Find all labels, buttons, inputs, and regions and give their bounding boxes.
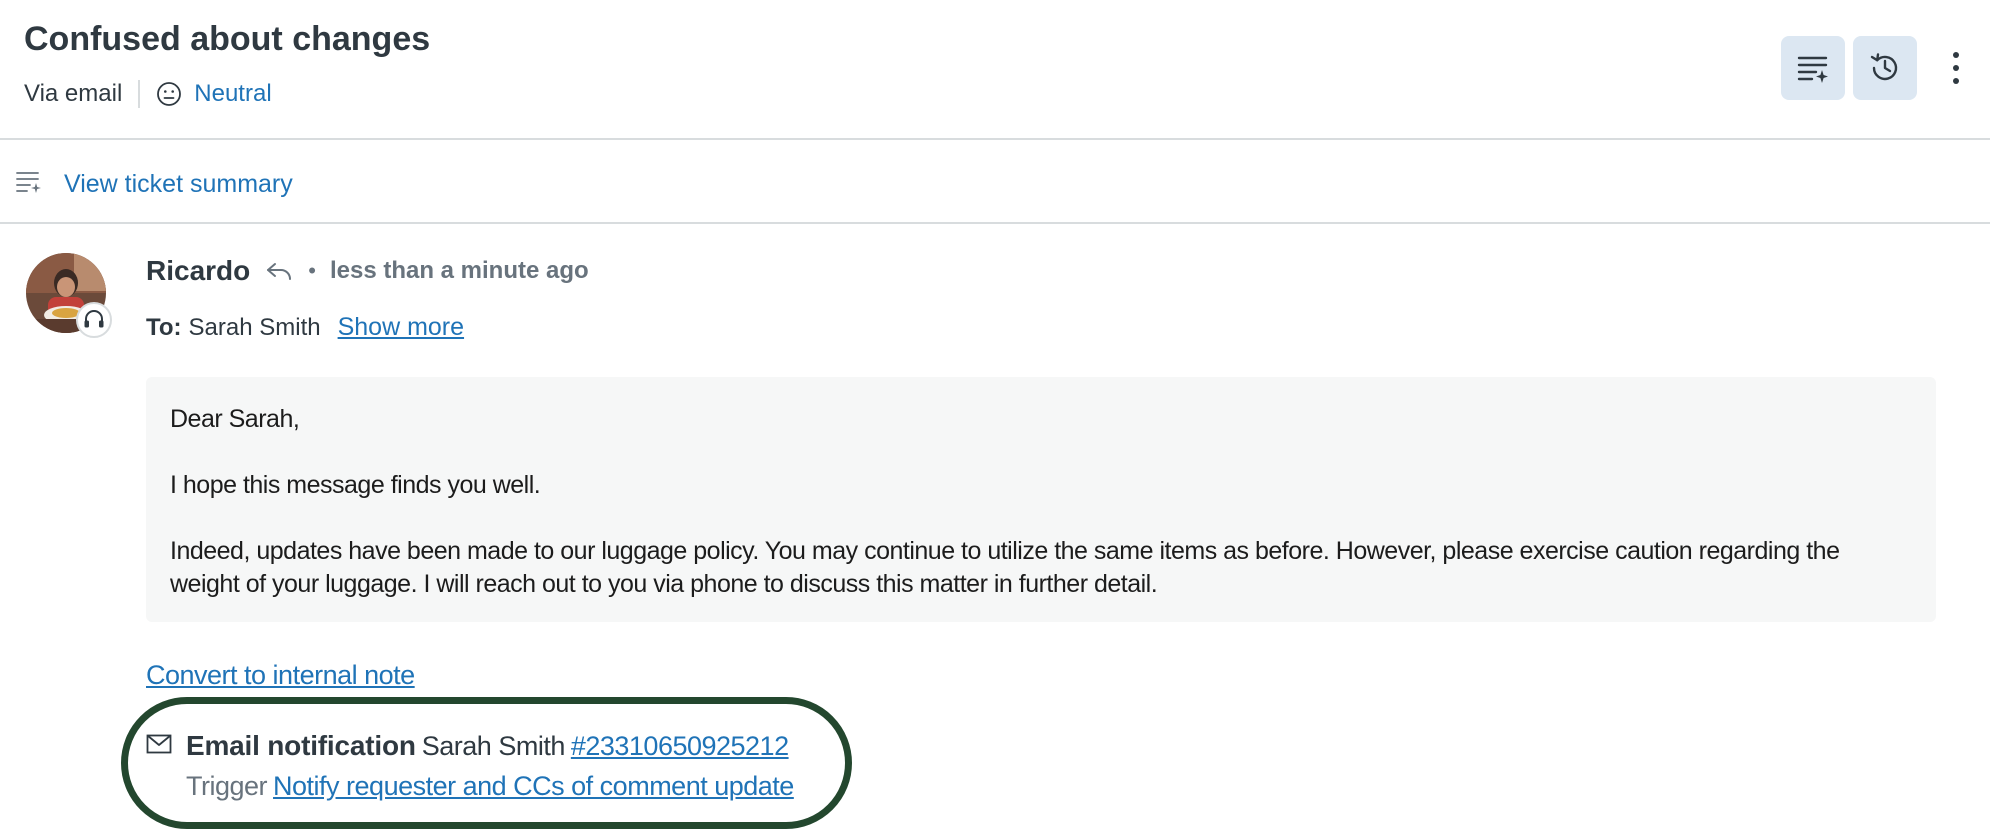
recipient-name: Sarah Smith — [188, 314, 321, 341]
trigger-line: Trigger Notify requester and CCs of comm… — [186, 771, 794, 802]
more-options-button[interactable] — [1940, 44, 1972, 92]
view-ticket-summary-link[interactable]: View ticket summary — [64, 170, 293, 199]
trigger-label: Trigger — [186, 771, 268, 801]
convert-to-internal-note-link[interactable]: Convert to internal note — [146, 660, 415, 691]
to-label: To: — [146, 314, 182, 341]
agent-headset-badge — [76, 302, 112, 338]
notification-title: Email notification — [186, 730, 416, 761]
notification-recipient: Sarah Smith — [421, 731, 566, 761]
sentiment-label[interactable]: Neutral — [194, 80, 271, 108]
email-notification-event: Email notification Sarah Smith #23310650… — [186, 730, 789, 762]
separator-dot: • — [308, 258, 316, 283]
summary-lines-icon — [16, 172, 41, 193]
message-body: Dear Sarah, I hope this message finds yo… — [146, 377, 1936, 622]
highlight-ring — [121, 697, 852, 829]
ticket-summary-button[interactable] — [1781, 36, 1845, 100]
history-icon — [1870, 53, 1898, 81]
ticket-summary-icon — [1797, 56, 1828, 83]
author-name[interactable]: Ricardo — [146, 255, 250, 287]
show-more-link[interactable]: Show more — [338, 313, 464, 342]
message-header: Ricardo • less than a minute ago — [146, 255, 589, 287]
notification-ticket-link[interactable]: #23310650925212 — [571, 731, 789, 762]
envelope-icon — [146, 734, 172, 754]
ticket-title: Confused about changes — [24, 20, 431, 58]
divider — [138, 80, 141, 108]
headset-icon — [84, 310, 104, 328]
message-timestamp: less than a minute ago — [329, 257, 589, 284]
channel-label: Via email — [24, 80, 123, 107]
message-greeting: Dear Sarah, — [170, 405, 300, 433]
neutral-face-icon — [157, 82, 182, 106]
ticket-summary-bar: View ticket summary — [0, 142, 1990, 224]
reply-icon — [267, 263, 292, 280]
more-vertical-icon — [1953, 52, 1959, 84]
history-button[interactable] — [1853, 36, 1917, 100]
recipients-line: To: Sarah Smith Show more — [146, 313, 464, 342]
ticket-meta: Via email Neutral — [24, 80, 272, 108]
message-paragraph: I hope this message finds you well. — [170, 471, 541, 499]
ticket-header: Confused about changes Via email Neutral — [0, 0, 1990, 140]
message-paragraph: Indeed, updates have been made to our lu… — [170, 537, 1840, 598]
trigger-link[interactable]: Notify requester and CCs of comment upda… — [273, 771, 794, 802]
